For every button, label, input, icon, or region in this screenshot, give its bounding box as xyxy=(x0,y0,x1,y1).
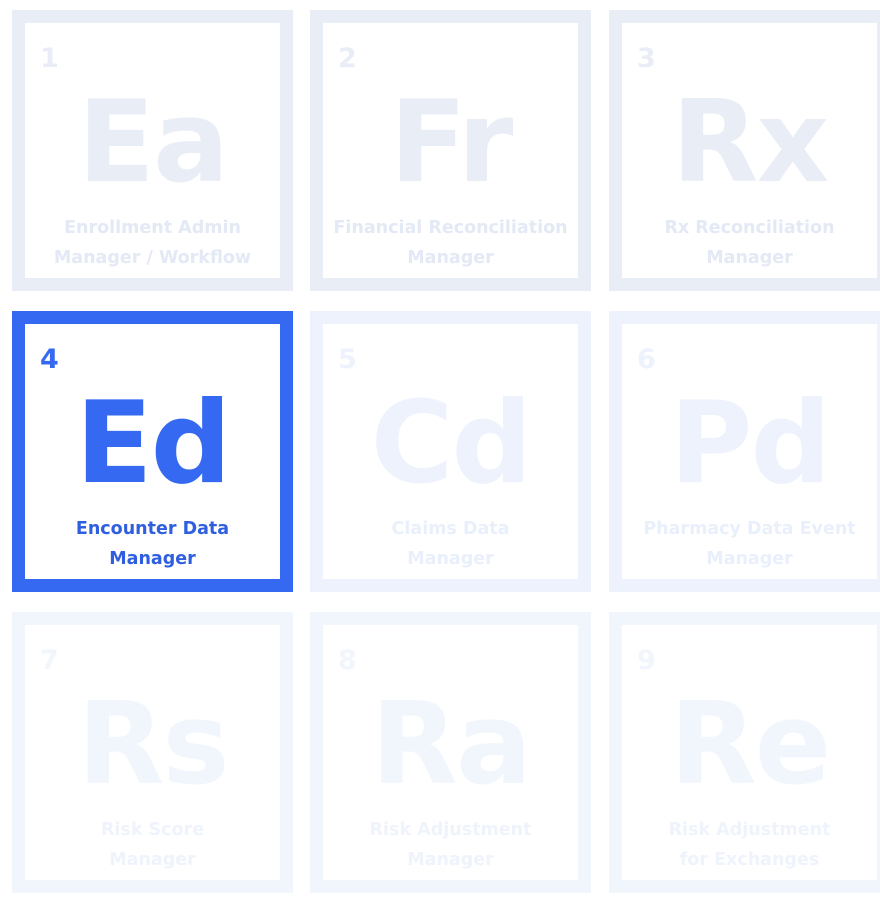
tile-name-line1: Risk Adjustment xyxy=(369,820,532,840)
tile-risk-adjustment-for-exchanges[interactable]: 9 Re Risk Adjustment for Exchanges xyxy=(609,612,880,893)
tile-name: Risk Score Manager xyxy=(25,815,280,875)
tile-name: Pharmacy Data Event Manager xyxy=(622,514,877,574)
tile-financial-reconciliation-manager[interactable]: 2 Fr Financial Reconciliation Manager xyxy=(310,10,591,291)
tile-number: 6 xyxy=(637,344,656,375)
tile-number: 5 xyxy=(338,344,357,375)
tile-name: Financial Reconciliation Manager xyxy=(323,213,578,273)
tile-number: 7 xyxy=(40,645,59,676)
tile-symbol: Fr xyxy=(389,76,514,208)
tile-symbol: Pd xyxy=(669,377,832,509)
tile-name: Risk Adjustment for Exchanges xyxy=(622,815,877,875)
tile-encounter-data-manager[interactable]: 4 Ed Encounter Data Manager xyxy=(12,311,293,592)
tile-name-line1: Claims Data xyxy=(391,519,510,539)
tile-name-line2: Manager xyxy=(706,549,793,569)
tile-name-line2: for Exchanges xyxy=(679,850,820,870)
tile-claims-data-manager[interactable]: 5 Cd Claims Data Manager xyxy=(310,311,591,592)
tile-name-line1: Rx Reconciliation xyxy=(664,218,835,238)
tile-symbol: Re xyxy=(669,678,832,810)
tile-number: 2 xyxy=(338,43,357,74)
tile-name-line1: Risk Score xyxy=(100,820,205,840)
tile-name-line2: Manager xyxy=(407,549,494,569)
tile-number: 9 xyxy=(637,645,656,676)
tile-name-line2: Manager xyxy=(109,850,196,870)
tile-name: Claims Data Manager xyxy=(323,514,578,574)
tile-risk-adjustment-manager[interactable]: 8 Ra Risk Adjustment Manager xyxy=(310,612,591,893)
tile-risk-score-manager[interactable]: 7 Rs Risk Score Manager xyxy=(12,612,293,893)
tile-name-line1: Pharmacy Data Event xyxy=(643,519,856,539)
product-tile-grid: 1 Ea Enrollment Admin Manager / Workflow… xyxy=(12,10,880,897)
tile-name-line2: Manager xyxy=(706,248,793,268)
tile-name: Risk Adjustment Manager xyxy=(323,815,578,875)
tile-name-line2: Manager / Workflow xyxy=(53,248,252,268)
tile-pharmacy-data-event-manager[interactable]: 6 Pd Pharmacy Data Event Manager xyxy=(609,311,880,592)
tile-name-line2: Manager xyxy=(407,850,494,870)
tile-name-line1: Enrollment Admin xyxy=(64,218,241,238)
tile-symbol: Ea xyxy=(77,76,229,208)
tile-number: 4 xyxy=(40,344,59,375)
tile-enrollment-admin-manager[interactable]: 1 Ea Enrollment Admin Manager / Workflow xyxy=(12,10,293,291)
tile-name-line2: Manager xyxy=(109,549,196,569)
tile-symbol: Rx xyxy=(671,76,830,208)
tile-name-line1: Encounter Data xyxy=(75,519,230,539)
tile-symbol: Rs xyxy=(77,678,229,810)
tile-rx-reconciliation-manager[interactable]: 3 Rx Rx Reconciliation Manager xyxy=(609,10,880,291)
tile-symbol: Ra xyxy=(370,678,532,810)
tile-name: Rx Reconciliation Manager xyxy=(622,213,877,273)
tile-number: 1 xyxy=(40,43,59,74)
tile-name-line2: Manager xyxy=(407,248,494,268)
tile-name-line1: Financial Reconciliation xyxy=(333,218,568,238)
tile-symbol: Cd xyxy=(370,377,533,509)
tile-number: 8 xyxy=(338,645,357,676)
tile-name: Encounter Data Manager xyxy=(25,514,280,574)
tile-symbol: Ed xyxy=(75,377,231,509)
tile-name: Enrollment Admin Manager / Workflow xyxy=(25,213,280,273)
tile-number: 3 xyxy=(637,43,656,74)
tile-name-line1: Risk Adjustment xyxy=(668,820,831,840)
